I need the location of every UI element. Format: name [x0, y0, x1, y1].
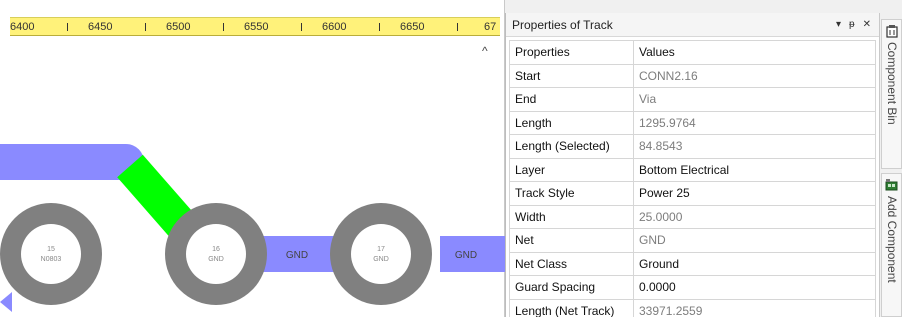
property-value[interactable]: GND	[633, 228, 876, 253]
property-name: Length	[509, 110, 634, 135]
table-row[interactable]: Net Class Ground	[509, 251, 876, 276]
component-bin-icon	[886, 25, 898, 38]
ruler-tick	[223, 23, 224, 31]
tab-label: Add Component	[885, 196, 899, 283]
add-component-icon	[885, 179, 898, 191]
tab-add-component[interactable]: Add Component	[881, 173, 902, 317]
property-value[interactable]: Bottom Electrical	[633, 157, 876, 182]
table-row[interactable]: Length (Net Track) 33971.2559	[509, 298, 876, 317]
track-net-label: GND	[455, 250, 477, 261]
ruler-tick	[379, 23, 380, 31]
pcb-canvas[interactable]: 6400 6450 6500 6550 6600 6650 67 ^ 15 N0…	[0, 0, 505, 317]
pad-17[interactable]: 17 GND	[330, 203, 432, 305]
track-stub	[0, 292, 12, 312]
table-row[interactable]: Layer Bottom Electrical	[509, 157, 876, 182]
track-net-label: GND	[286, 250, 308, 261]
ruler-label: 6500	[166, 21, 191, 33]
property-value[interactable]: 33971.2559	[633, 298, 876, 317]
property-value[interactable]: Via	[633, 87, 876, 112]
ruler-label: 6450	[88, 21, 113, 33]
ruler-label: 6600	[322, 21, 347, 33]
properties-table: Properties Values Start CONN2.16 End Via L…	[509, 40, 876, 317]
ruler-label: 6550	[244, 21, 269, 33]
pad-15[interactable]: 15 N0803	[0, 203, 102, 305]
property-name: Track Style	[509, 181, 634, 206]
tab-component-bin[interactable]: Component Bin	[881, 19, 902, 169]
property-value[interactable]: 84.8543	[633, 134, 876, 159]
pcb-drawing[interactable]: 15 N0803 16 GND 17 GND GND GND	[0, 36, 505, 317]
table-row[interactable]: Guard Spacing 0.0000	[509, 275, 876, 300]
pad-net: GND	[208, 256, 224, 263]
property-name: Length (Selected)	[509, 134, 634, 159]
side-tab-strip: Component Bin Add Component	[879, 13, 902, 317]
property-value[interactable]: Power 25	[633, 181, 876, 206]
pad-number: 16	[212, 246, 220, 253]
horizontal-ruler: 6400 6450 6500 6550 6600 6650 67	[10, 17, 500, 36]
property-name: Guard Spacing	[509, 275, 634, 300]
ruler-tick	[301, 23, 302, 31]
property-value[interactable]: 0.0000	[633, 275, 876, 300]
panel-menu-dropdown-icon[interactable]: ▾	[836, 19, 841, 30]
properties-panel-title: Properties of Track	[512, 17, 613, 32]
ruler-tick	[145, 23, 146, 31]
properties-panel: Properties of Track ▾ ᵽ ✕ Properties Val…	[505, 13, 879, 317]
properties-panel-header: Properties of Track ▾ ᵽ ✕	[506, 13, 879, 37]
ruler-label: 6650	[400, 21, 425, 33]
property-value[interactable]: CONN2.16	[633, 63, 876, 88]
table-row[interactable]: Start CONN2.16	[509, 63, 876, 88]
ruler-label: 67	[484, 21, 497, 33]
pad-number: 15	[47, 246, 55, 253]
property-name: Layer	[509, 157, 634, 182]
tab-label: Component Bin	[885, 42, 899, 125]
property-value[interactable]: 25.0000	[633, 204, 876, 229]
ruler-tick	[457, 23, 458, 31]
pad-16[interactable]: 16 GND	[165, 203, 267, 305]
property-name: End	[509, 87, 634, 112]
property-name: Net Class	[509, 251, 634, 276]
table-header-row: Properties Values	[509, 40, 876, 65]
pad-number: 17	[377, 246, 385, 253]
column-header-properties: Properties	[509, 40, 634, 65]
panel-pin-icon[interactable]: ᵽ	[849, 19, 855, 30]
ruler-label: 6400	[10, 21, 35, 33]
pad-net: GND	[373, 256, 389, 263]
property-value[interactable]: Ground	[633, 251, 876, 276]
table-row[interactable]: Track Style Power 25	[509, 181, 876, 206]
panel-close-icon[interactable]: ✕	[863, 19, 871, 30]
table-row[interactable]: Width 25.0000	[509, 204, 876, 229]
track-segment-left-edge	[0, 144, 12, 180]
property-name: Length (Net Track)	[509, 298, 634, 317]
column-header-values: Values	[633, 40, 876, 65]
property-value[interactable]: 1295.9764	[633, 110, 876, 135]
property-name: Width	[509, 204, 634, 229]
table-row[interactable]: End Via	[509, 87, 876, 112]
property-name: Start	[509, 63, 634, 88]
table-row[interactable]: Length (Selected) 84.8543	[509, 134, 876, 159]
pad-net: N0803	[41, 256, 62, 263]
property-name: Net	[509, 228, 634, 253]
table-row[interactable]: Net GND	[509, 228, 876, 253]
ruler-tick	[67, 23, 68, 31]
table-row[interactable]: Length 1295.9764	[509, 110, 876, 135]
